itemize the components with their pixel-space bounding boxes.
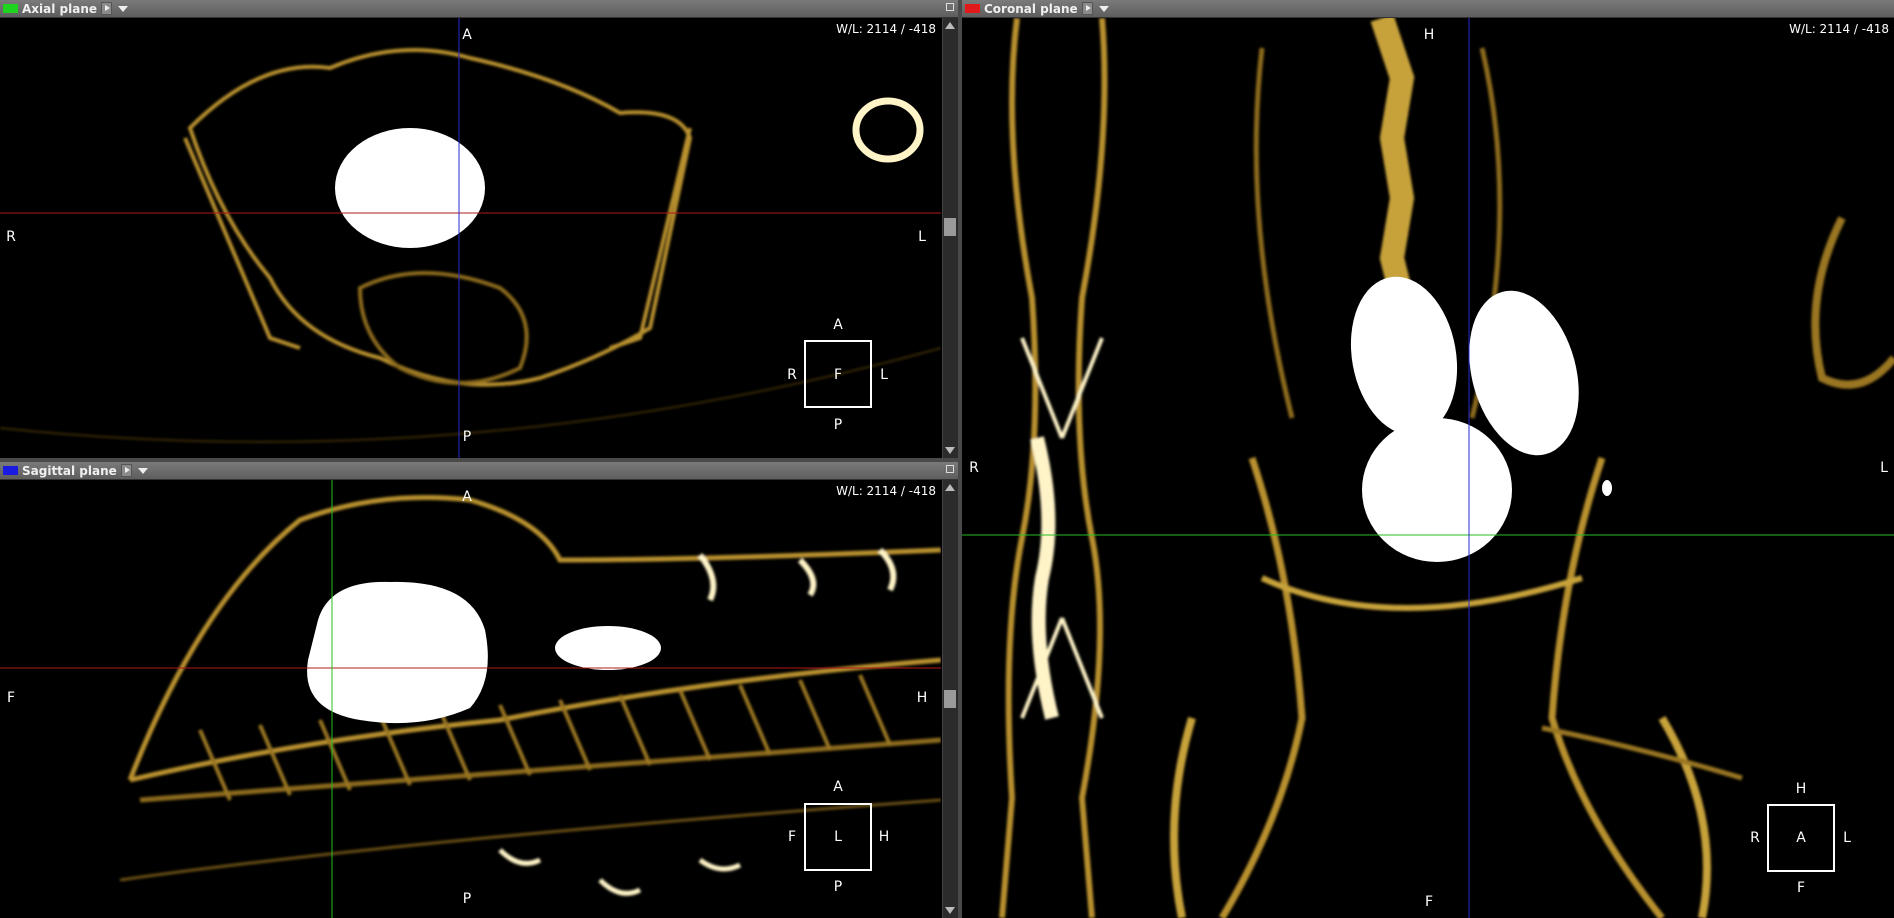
sagittal-cube-left: F bbox=[787, 829, 797, 845]
coronal-label-left: R bbox=[969, 460, 979, 476]
sagittal-label-left: F bbox=[6, 690, 16, 706]
axial-label-right: L bbox=[918, 229, 926, 245]
sagittal-viewport[interactable]: W/L: 2114 / -418 A P F H A P F H L bbox=[0, 480, 941, 918]
sagittal-window-level: W/L: 2114 / -418 bbox=[836, 484, 936, 498]
axial-dropdown-icon[interactable] bbox=[118, 5, 129, 12]
sagittal-color-swatch bbox=[3, 466, 18, 475]
sagittal-titlebar[interactable]: Sagittal plane bbox=[0, 462, 958, 480]
axial-color-swatch bbox=[3, 4, 18, 13]
sagittal-scroll-thumb[interactable] bbox=[944, 690, 956, 708]
axial-pane[interactable]: Axial plane W/L: 2114 / -418 A P R L A P… bbox=[0, 0, 958, 458]
axial-label-bottom: P bbox=[462, 429, 472, 445]
coronal-cube-left: R bbox=[1750, 830, 1760, 846]
coronal-image bbox=[962, 18, 1894, 918]
coronal-viewport[interactable]: W/L: 2114 / -418 H F R L H F R L A bbox=[962, 18, 1894, 918]
axial-scroll-down-icon[interactable] bbox=[945, 447, 955, 454]
axial-scroll-thumb[interactable] bbox=[944, 218, 956, 236]
coronal-titlebar[interactable]: Coronal plane bbox=[962, 0, 1894, 18]
sagittal-play-button[interactable] bbox=[120, 464, 132, 477]
axial-viewport[interactable]: W/L: 2114 / -418 A P R L A P R L F bbox=[0, 18, 941, 458]
sagittal-image bbox=[0, 480, 941, 918]
axial-title: Axial plane bbox=[22, 1, 98, 16]
coronal-label-right: L bbox=[1880, 460, 1888, 476]
axial-play-button[interactable] bbox=[101, 2, 113, 15]
coronal-dropdown-icon[interactable] bbox=[1098, 5, 1109, 12]
axial-cube-bottom: P bbox=[833, 417, 843, 433]
sagittal-scrollbar[interactable] bbox=[942, 480, 958, 918]
sagittal-scroll-down-icon[interactable] bbox=[945, 907, 955, 914]
axial-window-level: W/L: 2114 / -418 bbox=[836, 22, 936, 36]
sagittal-label-top: A bbox=[462, 489, 472, 505]
sagittal-pane[interactable]: Sagittal plane W/L: 2114 / -418 A P F H bbox=[0, 462, 958, 918]
axial-titlebar[interactable]: Axial plane bbox=[0, 0, 958, 18]
axial-cube-left: R bbox=[787, 367, 797, 383]
coronal-window-level: W/L: 2114 / -418 bbox=[1789, 22, 1889, 36]
coronal-label-bottom: F bbox=[1424, 894, 1434, 910]
axial-image bbox=[0, 18, 941, 458]
sagittal-cube-center: L bbox=[834, 829, 842, 845]
coronal-pane[interactable]: Coronal plane W/L: 2114 / -418 H F R L H… bbox=[962, 0, 1894, 918]
axial-label-top: A bbox=[462, 27, 472, 43]
axial-cube-center: F bbox=[833, 367, 843, 383]
coronal-cube-top: H bbox=[1795, 781, 1807, 797]
axial-scrollbar[interactable] bbox=[942, 18, 958, 458]
axial-label-left: R bbox=[6, 229, 16, 245]
axial-cube-top: A bbox=[833, 317, 843, 333]
axial-bright-organ bbox=[335, 128, 485, 248]
sagittal-label-bottom: P bbox=[462, 891, 472, 907]
coronal-label-top: H bbox=[1423, 27, 1435, 43]
coronal-lower-organ bbox=[1362, 418, 1512, 562]
coronal-color-swatch bbox=[965, 4, 980, 13]
sagittal-scroll-up-icon[interactable] bbox=[945, 484, 955, 491]
coronal-title: Coronal plane bbox=[984, 1, 1078, 16]
sagittal-bright-organ bbox=[307, 581, 488, 724]
sagittal-title: Sagittal plane bbox=[22, 463, 117, 478]
coronal-left-organ bbox=[1350, 276, 1458, 436]
axial-cube-right: L bbox=[880, 367, 888, 383]
axial-scroll-up-icon[interactable] bbox=[945, 22, 955, 29]
coronal-cube-center: A bbox=[1796, 830, 1806, 846]
coronal-play-button[interactable] bbox=[1081, 2, 1093, 15]
sagittal-cube-bottom: P bbox=[833, 879, 843, 895]
sagittal-cube-right: H bbox=[878, 829, 890, 845]
coronal-cube-right: L bbox=[1843, 830, 1851, 846]
axial-maximize-icon[interactable] bbox=[946, 3, 954, 11]
coronal-cube-bottom: F bbox=[1796, 880, 1806, 896]
sagittal-label-right: H bbox=[916, 690, 928, 706]
sagittal-cube-top: A bbox=[833, 779, 843, 795]
sagittal-maximize-icon[interactable] bbox=[946, 465, 954, 473]
sagittal-dropdown-icon[interactable] bbox=[137, 467, 148, 474]
